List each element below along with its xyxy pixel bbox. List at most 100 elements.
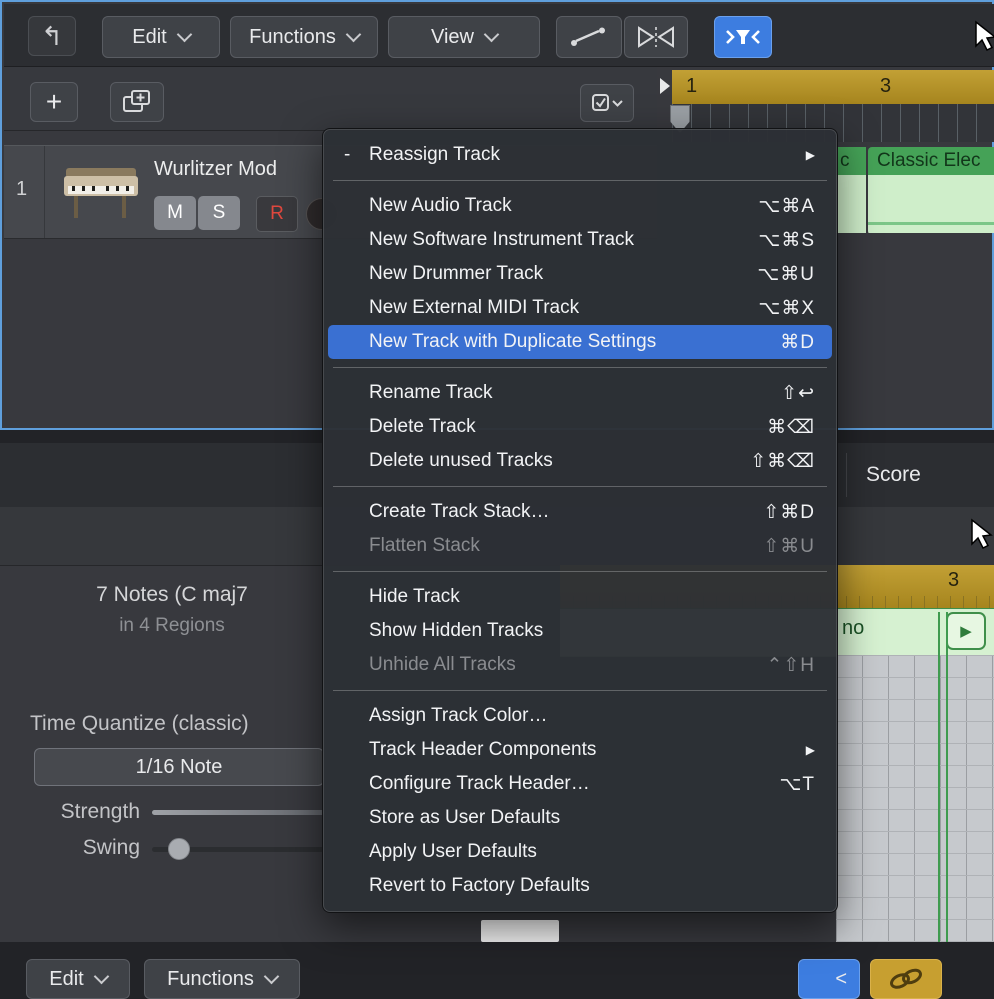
swing-slider-knob[interactable] [168,838,190,860]
menu-item-rename-track[interactable]: Rename Track ⇧↩ [328,376,832,410]
automation-button[interactable] [556,16,622,58]
ruler-mark: 3 [880,75,891,98]
ruler-mark: 3 [948,569,959,592]
menu-item-show-hidden-tracks[interactable]: Show Hidden Tracks [328,614,832,648]
chevron-down-icon [264,969,280,985]
quantize-value: 1/16 Note [136,756,223,779]
menu-item-new-drummer-track[interactable]: New Drummer Track ⌥⌘U [328,257,832,291]
chain-link-icon [886,967,926,991]
region-label: Classic Elec [868,150,980,172]
play-icon: ▶ [960,622,972,640]
menu-item-flatten-stack: Flatten Stack ⇧⌘U [328,529,832,563]
menu-separator [333,690,827,691]
shortcut: ⌥⌘S [758,229,815,252]
editor-edit-label: Edit [49,968,83,991]
submenu-arrow-icon: ▶ [806,743,815,757]
menu-item-configure-track-header[interactable]: Configure Track Header… ⌥T [328,767,832,801]
context-menu: - Reassign Track ▶ New Audio Track ⌥⌘A N… [322,128,838,913]
add-track-button[interactable]: + [30,82,78,122]
selection-info-line2: in 4 Regions [0,615,344,637]
mute-button[interactable]: M [154,196,196,230]
editor-functions-label: Functions [167,968,254,991]
tab-score[interactable]: Score [866,463,921,487]
menu-separator [333,571,827,572]
shortcut: ⇧⌘D [763,501,815,524]
shortcut: ⇧⌘U [763,535,815,558]
shortcut: ⇧⌘⌫ [750,450,815,473]
link-button[interactable] [870,959,942,999]
shortcut: ⌥⌘X [758,297,815,320]
menu-item-reassign-track[interactable]: - Reassign Track ▶ [328,138,832,172]
ruler-mark: 1 [686,75,697,98]
midi-input-filter-button[interactable] [714,16,772,58]
divider [44,146,45,238]
shortcut: ⌥T [779,773,815,796]
strength-label: Strength [36,800,140,824]
menu-item-store-as-user-defaults[interactable]: Store as User Defaults [328,801,832,835]
midi-region[interactable]: c [836,147,866,235]
swing-label: Swing [36,836,140,860]
menu-item-new-external-midi-track[interactable]: New External MIDI Track ⌥⌘X [328,291,832,325]
midi-in-button[interactable]: < [798,959,860,999]
shortcut: ⌥⌘A [758,195,815,218]
grid-cycle-line [946,612,948,942]
left-chevron-icon: < [835,968,847,991]
grid-cycle-line [938,612,940,942]
quantize-value-popup[interactable]: 1/16 Note [34,748,324,786]
edit-menu-button[interactable]: Edit [102,16,220,58]
track-header-controls-bar [4,67,657,131]
region-body [868,175,994,233]
duplicate-track-button[interactable] [110,82,164,122]
functions-menu-label: Functions [249,26,336,49]
divider [846,453,847,497]
selection-info-line1: 7 Notes (C maj7 [0,583,344,607]
view-menu-button[interactable]: View [388,16,540,58]
back-arrow-icon: ↰ [41,21,63,52]
ruler-gold-band[interactable]: 1 3 [672,70,994,104]
menu-item-revert-to-factory-defaults[interactable]: Revert to Factory Defaults [328,869,832,903]
checkbox-dropdown-icon [590,92,624,114]
shortcut: ⌘D [780,331,815,354]
midi-region[interactable]: Classic Elec [868,147,994,235]
back-button[interactable]: ↰ [28,16,76,56]
menu-item-prefix: - [344,144,350,166]
midi-transform-button[interactable] [624,16,688,58]
editor-edit-menu-button[interactable]: Edit [26,959,130,999]
region-label: c [836,150,850,172]
menu-separator [333,180,827,181]
chevron-down-icon [176,27,192,43]
piano-roll-grid[interactable] [836,655,994,942]
region-play-button[interactable]: ▶ [946,612,986,650]
submenu-arrow-icon: ▶ [806,148,815,162]
menu-item-hide-track[interactable]: Hide Track [328,580,832,614]
piano-key[interactable] [481,920,559,942]
menu-item-apply-user-defaults[interactable]: Apply User Defaults [328,835,832,869]
track-header-options-button[interactable] [580,84,634,122]
strength-slider[interactable] [152,810,324,815]
automation-curve-icon [569,26,609,48]
shortcut: ⌃⇧H [766,654,815,677]
menu-item-create-track-stack[interactable]: Create Track Stack… ⇧⌘D [328,495,832,529]
electric-piano-icon [58,154,144,226]
record-enable-button[interactable]: R [256,196,298,232]
duplicate-track-icon [122,89,152,115]
shortcut: ⌘⌫ [767,416,815,439]
track-name[interactable]: Wurlitzer Mod [154,158,328,181]
region-header: Classic Elec [868,147,994,175]
menu-item-track-header-components[interactable]: Track Header Components ▶ [328,733,832,767]
menu-item-new-track-with-duplicate-settings[interactable]: New Track with Duplicate Settings ⌘D [328,325,832,359]
chevron-down-icon [93,969,109,985]
midi-filter-icon [723,26,763,48]
menu-item-delete-unused-tracks[interactable]: Delete unused Tracks ⇧⌘⌫ [328,444,832,478]
chevron-down-icon [484,27,500,43]
menu-item-new-audio-track[interactable]: New Audio Track ⌥⌘A [328,189,832,223]
functions-menu-button[interactable]: Functions [230,16,378,58]
menu-item-unhide-all-tracks: Unhide All Tracks ⌃⇧H [328,648,832,682]
menu-item-delete-track[interactable]: Delete Track ⌘⌫ [328,410,832,444]
menu-item-new-software-instrument-track[interactable]: New Software Instrument Track ⌥⌘S [328,223,832,257]
region-note-line [868,222,994,225]
editor-functions-menu-button[interactable]: Functions [144,959,300,999]
shortcut: ⌥⌘U [757,263,815,286]
solo-button[interactable]: S [198,196,240,230]
menu-item-assign-track-color[interactable]: Assign Track Color… [328,699,832,733]
